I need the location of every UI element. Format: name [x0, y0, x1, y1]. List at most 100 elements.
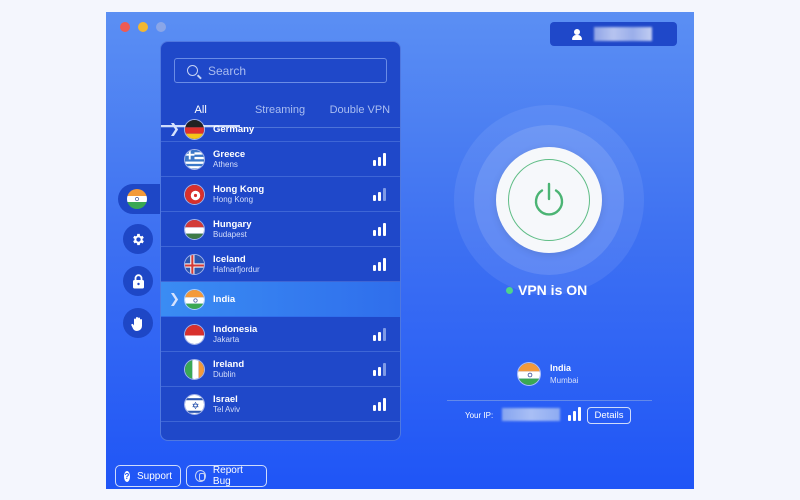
- server-country: Iceland: [213, 253, 246, 265]
- signal-strength-icon: [373, 362, 386, 376]
- server-city: Budapest: [213, 229, 247, 239]
- hungary-flag-icon: [184, 218, 205, 240]
- signal-strength-icon: [373, 187, 386, 201]
- signal-bar: [378, 226, 381, 236]
- india-flag-icon: [517, 362, 541, 386]
- ip-address-redacted: [502, 408, 560, 421]
- support-button[interactable]: ? Support: [115, 465, 181, 487]
- minimize-window-button[interactable]: [138, 22, 148, 32]
- bug-icon: [195, 470, 206, 482]
- status-indicator-icon: [506, 286, 513, 294]
- search-icon: [187, 65, 198, 76]
- divider: [447, 400, 652, 401]
- signal-strength-icon: [373, 257, 386, 271]
- signal-bar: [383, 327, 386, 341]
- signal-bar: [383, 397, 386, 411]
- hongkong-flag-icon: [184, 183, 205, 205]
- vpn-app-window: Search All Streaming Double VPN ❯ Germany…: [106, 12, 694, 489]
- server-country: Israel: [213, 393, 238, 405]
- server-row-hungary[interactable]: Hungary Budapest: [161, 212, 400, 247]
- lock-icon: [132, 273, 144, 288]
- server-row-israel[interactable]: Israel Tel Aviv: [161, 387, 400, 422]
- server-country: Greece: [213, 148, 246, 160]
- connected-city: Mumbai: [550, 376, 579, 385]
- server-row-iceland[interactable]: Iceland Hafnarfjordur: [161, 247, 400, 282]
- zoom-window-button[interactable]: [156, 22, 166, 32]
- sidebar-item-location[interactable]: [118, 184, 162, 214]
- signal-bar: [373, 404, 376, 411]
- power-area: [454, 105, 644, 295]
- signal-strength-icon: [373, 327, 386, 341]
- india-flag-icon: [184, 288, 205, 310]
- signal-bar: [373, 334, 376, 341]
- server-country: Hungary: [213, 218, 252, 230]
- server-names: Ireland Dublin: [213, 359, 244, 380]
- chevron-right-icon[interactable]: ❯: [169, 291, 180, 307]
- signal-bar: [378, 261, 381, 271]
- power-button[interactable]: [496, 147, 602, 253]
- server-row-hong-kong[interactable]: Hong Kong Hong Kong: [161, 177, 400, 212]
- server-country: Ireland: [213, 358, 245, 370]
- signal-bar: [378, 156, 381, 166]
- server-country: Indonesia: [213, 323, 258, 335]
- server-names: Israel Tel Aviv: [213, 394, 240, 415]
- connection-card: India Mumbai Your IP: Details: [447, 352, 652, 440]
- vpn-status: VPN is ON: [506, 282, 587, 298]
- signal-bar: [378, 366, 381, 376]
- server-city: Hafnarfjordur: [213, 264, 260, 274]
- server-city: Dublin: [213, 369, 236, 379]
- server-city: Jakarta: [213, 334, 240, 344]
- server-country: Germany: [213, 123, 255, 135]
- signal-bar: [373, 159, 376, 166]
- signal-bar: [383, 362, 386, 376]
- status-text: VPN is ON: [518, 282, 588, 298]
- server-city: Tel Aviv: [213, 404, 240, 414]
- server-names: Germany: [213, 124, 254, 135]
- power-icon: [534, 182, 564, 216]
- server-city: Athens: [213, 159, 238, 169]
- report-bug-label: Report Bug: [212, 465, 243, 487]
- server-row-germany[interactable]: ❯ Germany: [161, 117, 400, 142]
- gear-icon: [132, 233, 144, 245]
- signal-bar: [373, 264, 376, 271]
- signal-strength-icon: [373, 152, 386, 166]
- greece-flag-icon: [184, 148, 205, 170]
- signal-bar: [383, 152, 386, 166]
- server-country: India: [213, 293, 236, 305]
- close-window-button[interactable]: [120, 22, 130, 32]
- account-button[interactable]: [550, 22, 677, 46]
- signal-bar: [373, 229, 376, 236]
- server-row-india[interactable]: ❯ India: [161, 282, 400, 317]
- server-names: India: [213, 294, 235, 305]
- power-button-ring: [508, 159, 590, 241]
- report-bug-button[interactable]: Report Bug: [186, 465, 267, 487]
- signal-bar: [373, 369, 376, 376]
- signal-strength-icon: [373, 397, 386, 411]
- signal-bar: [383, 222, 386, 236]
- support-label: Support: [136, 470, 172, 482]
- sidebar-item-blocker[interactable]: [123, 308, 153, 338]
- indonesia-flag-icon: [184, 323, 205, 345]
- sidebar-item-security[interactable]: [123, 266, 153, 296]
- search-input[interactable]: Search: [174, 58, 387, 83]
- search-placeholder: Search: [208, 63, 247, 78]
- server-row-greece[interactable]: Greece Athens: [161, 142, 400, 177]
- india-flag-icon: [127, 189, 147, 209]
- server-names: Iceland Hafnarfjordur: [213, 254, 260, 275]
- server-names: Indonesia Jakarta: [213, 324, 257, 345]
- server-row-indonesia[interactable]: Indonesia Jakarta: [161, 317, 400, 352]
- server-list[interactable]: ❯ Germany Greece Athens Hong Kong Hong Kong Hu…: [161, 117, 400, 422]
- signal-strength-icon: [373, 222, 386, 236]
- server-row-ireland[interactable]: Ireland Dublin: [161, 352, 400, 387]
- server-names: Hong Kong Hong Kong: [213, 184, 264, 205]
- ireland-flag-icon: [184, 358, 205, 380]
- signal-bar: [378, 401, 381, 411]
- connected-country: India: [550, 363, 572, 373]
- help-icon: ?: [124, 470, 130, 482]
- user-icon: [572, 28, 582, 40]
- sidebar-item-settings[interactable]: [123, 224, 153, 254]
- germany-flag-icon: [184, 118, 205, 140]
- details-button[interactable]: Details: [587, 407, 631, 424]
- chevron-right-icon[interactable]: ❯: [169, 121, 180, 137]
- hand-icon: [131, 316, 142, 331]
